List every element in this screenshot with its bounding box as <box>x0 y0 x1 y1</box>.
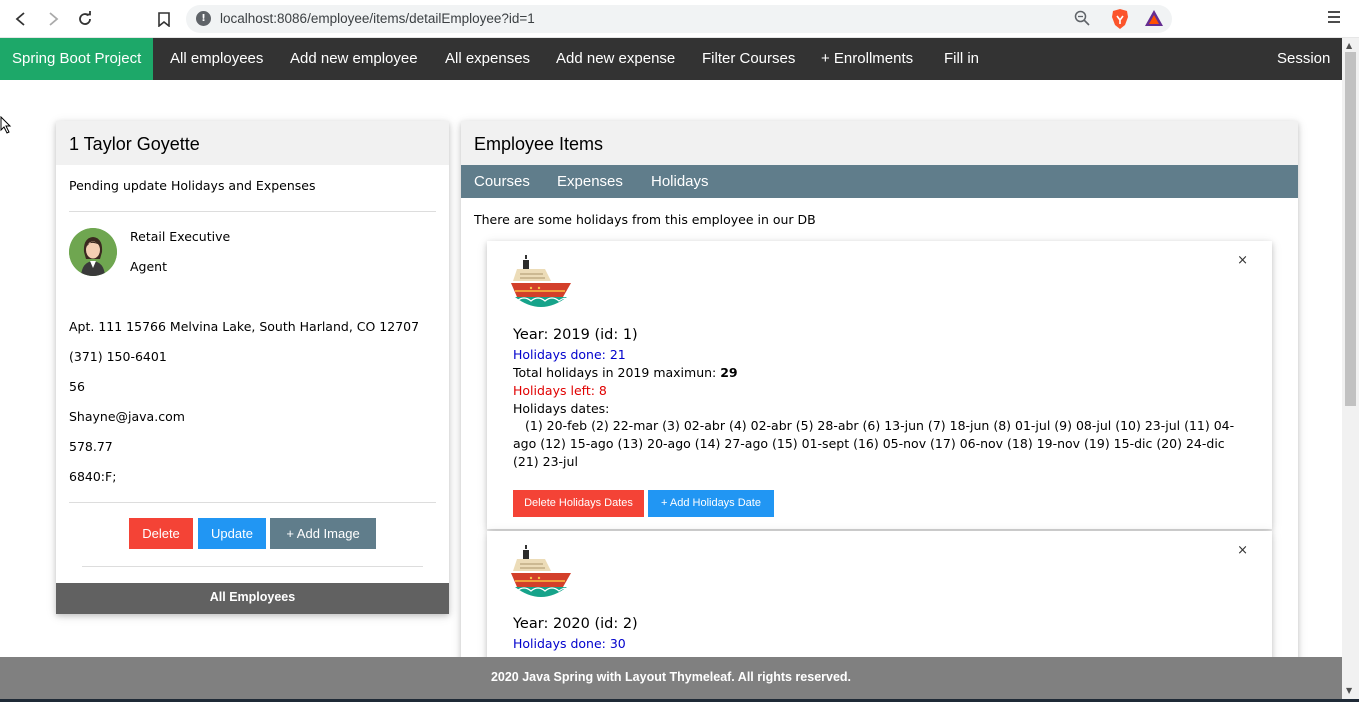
browser-toolbar: ! localhost:8086/employee/items/detailEm… <box>0 0 1359 38</box>
brand-link[interactable]: Spring Boot Project <box>0 38 154 80</box>
page-footer: 2020 Java Spring with Layout Thymeleaf. … <box>0 657 1342 699</box>
divider <box>69 211 436 212</box>
update-button[interactable]: Update <box>198 518 266 549</box>
ship-icon <box>511 255 571 315</box>
scroll-down-icon[interactable]: ▼ <box>1346 686 1352 695</box>
holidays-dates-list: (1) 20-feb (2) 22-mar (3) 02-abr (4) 02-… <box>513 418 1235 469</box>
tab-holidays[interactable]: Holidays <box>651 165 709 198</box>
nav-all-employees[interactable]: All employees <box>170 38 263 80</box>
nav-add-employee[interactable]: Add new employee <box>290 38 418 80</box>
code-text: 6840:F; <box>69 469 117 484</box>
rewards-icon[interactable] <box>1144 9 1164 31</box>
phone-text: (371) 150-6401 <box>69 349 167 364</box>
salary-text: 578.77 <box>69 439 113 454</box>
pending-notice: Pending update Holidays and Expenses <box>69 178 316 193</box>
bookmark-icon[interactable] <box>154 9 174 29</box>
holidays-done: Holidays done: 21 <box>513 347 626 362</box>
brave-shield-icon[interactable] <box>1110 8 1130 34</box>
divider <box>69 502 436 503</box>
scrollbar-thumb[interactable] <box>1345 52 1356 406</box>
top-navbar: Spring Boot Project All employees Add ne… <box>0 38 1342 80</box>
holidays-total-value: 29 <box>720 365 738 380</box>
delete-holidays-button[interactable]: Delete Holidays Dates <box>513 490 644 517</box>
holidays-notice: There are some holidays from this employ… <box>474 212 816 227</box>
tab-expenses[interactable]: Expenses <box>557 165 623 198</box>
address-bar[interactable]: ! localhost:8086/employee/items/detailEm… <box>186 5 1172 33</box>
items-title: Employee Items <box>461 121 1298 165</box>
employee-items-panel: Employee Items Courses Expenses Holidays… <box>461 121 1298 681</box>
job-title: Retail Executive <box>130 229 231 244</box>
address-text: Apt. 111 15766 Melvina Lake, South Harla… <box>69 319 420 334</box>
tab-courses[interactable]: Courses <box>474 165 530 198</box>
site-info-icon[interactable]: ! <box>196 11 211 26</box>
items-tabs: Courses Expenses Holidays <box>461 165 1298 198</box>
holiday-year: Year: 2020 (id: 2) <box>513 616 638 632</box>
delete-button[interactable]: Delete <box>129 518 193 549</box>
add-holidays-button[interactable]: + Add Holidays Date <box>648 490 774 517</box>
all-employees-button[interactable]: All Employees <box>56 583 449 614</box>
menu-icon[interactable] <box>1328 10 1340 28</box>
nav-filter-courses[interactable]: Filter Courses <box>702 38 795 80</box>
close-icon[interactable]: × <box>1237 543 1248 558</box>
job-role: Agent <box>130 259 167 274</box>
holidays-done: Holidays done: 30 <box>513 636 626 651</box>
age-text: 56 <box>69 379 85 394</box>
holiday-year: Year: 2019 (id: 1) <box>513 327 638 343</box>
nav-add-expense[interactable]: Add new expense <box>556 38 675 80</box>
reload-icon[interactable] <box>75 9 95 29</box>
close-icon[interactable]: × <box>1237 253 1248 268</box>
nav-enrollments[interactable]: + Enrollments <box>821 38 913 80</box>
scroll-up-icon[interactable]: ▲ <box>1346 41 1352 50</box>
ship-icon <box>511 545 571 605</box>
mouse-cursor-icon <box>0 115 12 138</box>
divider <box>82 566 423 567</box>
employee-title: 1 Taylor Goyette <box>56 121 449 165</box>
nav-fill-in[interactable]: Fill in <box>944 38 979 80</box>
holidays-dates-label: Holidays dates: <box>513 401 610 416</box>
holiday-card: × Year: 2019 (id: 1) Holidays done: 21 T… <box>487 241 1272 529</box>
url-text: localhost:8086/employee/items/detailEmpl… <box>220 11 535 26</box>
avatar <box>69 228 117 276</box>
holidays-total: Total holidays in 2019 maximun: 29 <box>513 365 738 380</box>
employee-card: 1 Taylor Goyette Pending update Holidays… <box>56 121 449 614</box>
forward-icon[interactable] <box>43 9 63 29</box>
back-icon[interactable] <box>11 9 31 29</box>
holidays-left: Holidays left: 8 <box>513 383 607 398</box>
nav-session[interactable]: Session <box>1277 38 1330 80</box>
add-image-button[interactable]: + Add Image <box>270 518 376 549</box>
nav-all-expenses[interactable]: All expenses <box>445 38 530 80</box>
email-text: Shayne@java.com <box>69 409 185 424</box>
zoom-icon[interactable] <box>1074 10 1090 30</box>
